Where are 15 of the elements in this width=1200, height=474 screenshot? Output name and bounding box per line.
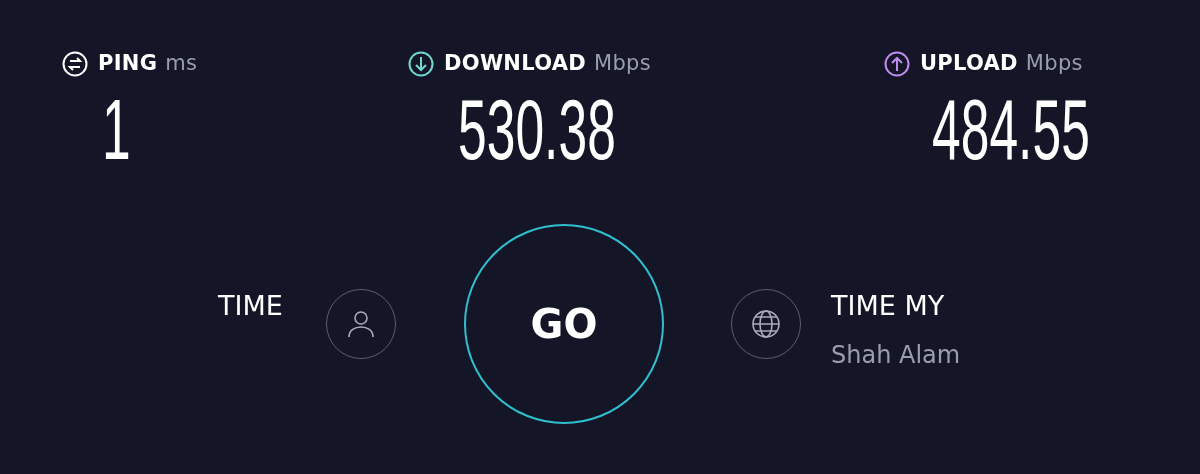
metric-value: 1: [102, 85, 131, 172]
server-name: TIME MY: [831, 289, 946, 323]
metric-unit: Mbps: [1025, 50, 1083, 77]
metric-unit: ms: [165, 50, 198, 77]
provider-name: TIME: [218, 289, 284, 323]
globe-icon: [751, 309, 781, 339]
metric-value: 484.55: [932, 85, 1090, 172]
metric-unit: Mbps: [594, 50, 651, 77]
user-icon: [347, 309, 375, 339]
metric-label: PING: [98, 50, 158, 77]
metric-value: 530.38: [458, 85, 616, 172]
metric-label: UPLOAD: [920, 50, 1018, 77]
go-button[interactable]: GO: [464, 224, 664, 424]
metric-label: DOWNLOAD: [444, 50, 587, 77]
server-location: Shah Alam: [831, 339, 961, 371]
